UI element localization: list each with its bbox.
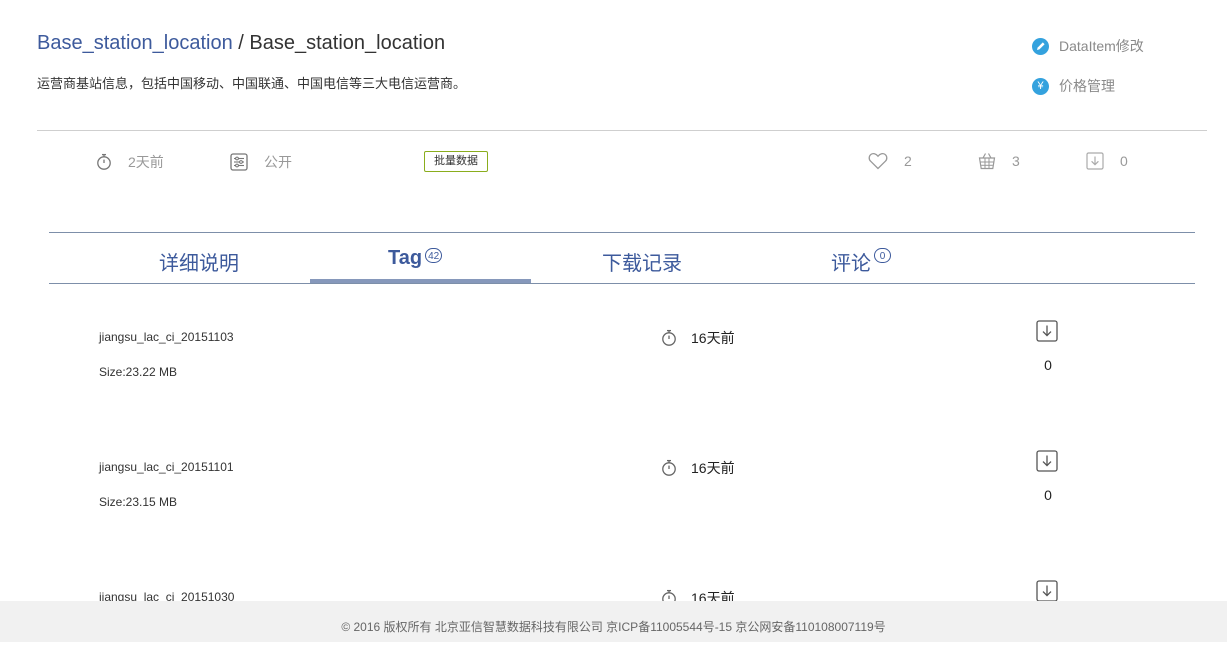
- basket-icon[interactable]: [978, 152, 996, 170]
- dataitem-edit-label: DataItem修改: [1059, 38, 1144, 54]
- list-item: jiangsu_lac_ci_20151103 Size:23.22 MB 16…: [0, 320, 1227, 410]
- tabs-bottom-border: [49, 283, 1195, 284]
- meta-likes[interactable]: 2: [868, 152, 912, 170]
- price-management-button[interactable]: ¥ 价格管理: [1032, 76, 1144, 96]
- meta-visibility-value: 公开: [264, 154, 292, 170]
- download-icon[interactable]: [1036, 580, 1058, 602]
- footer-copyright: © 2016 版权所有 北京亚信智慧数据科技有限公司 京ICP备11005544…: [341, 620, 886, 634]
- stopwatch-icon: [662, 329, 676, 346]
- list-item: jiangsu_lac_ci_20151101 Size:23.15 MB 16…: [0, 450, 1227, 540]
- page-header: Base_station_location / Base_station_loc…: [37, 32, 445, 55]
- header-divider: [37, 130, 1207, 131]
- pencil-icon: [1032, 37, 1049, 55]
- tag-name: jiangsu_lac_ci_20151101: [99, 460, 234, 474]
- tag-size: Size:23.22 MB: [99, 365, 178, 379]
- dataitem-description: 运营商基站信息，包括中国移动、中国联通、中国电信等三大电信运营商。: [37, 76, 467, 91]
- tag-size: Size:23.15 MB: [99, 495, 178, 509]
- tab-description[interactable]: 详细说明: [159, 247, 239, 275]
- meta-time-value: 2天前: [128, 154, 164, 170]
- page-title: Base_station_location / Base_station_loc…: [37, 32, 445, 55]
- tab-comments-count: 0: [874, 248, 891, 263]
- breadcrumb-link[interactable]: Base_station_location: [37, 32, 233, 54]
- tab-tag-label: Tag: [388, 247, 423, 269]
- type-badge: 批量数据: [424, 151, 488, 172]
- meta-time: 2天前: [96, 152, 164, 172]
- price-management-label: 价格管理: [1059, 78, 1115, 94]
- stopwatch-icon: [97, 153, 111, 170]
- meta-cart[interactable]: 3: [978, 152, 1020, 170]
- tag-time: 16天前: [661, 328, 735, 348]
- side-actions: DataItem修改 ¥ 价格管理: [1032, 36, 1144, 116]
- likes-count: 2: [904, 153, 912, 169]
- heart-icon[interactable]: [868, 152, 888, 170]
- dataitem-name: Base_station_location: [249, 32, 446, 54]
- breadcrumb-separator: /: [232, 32, 250, 54]
- cart-count: 3: [1012, 153, 1020, 169]
- dataitem-edit-button[interactable]: DataItem修改: [1032, 36, 1144, 56]
- tab-comments-label: 评论: [831, 253, 871, 275]
- tag-time-value: 16天前: [691, 460, 735, 476]
- tab-download-records-label: 下载记录: [602, 253, 682, 275]
- meta-visibility: 公开: [230, 152, 292, 172]
- tag-name: jiangsu_lac_ci_20151103: [99, 330, 234, 344]
- download-icon[interactable]: [1036, 450, 1058, 472]
- yen-icon: ¥: [1032, 77, 1049, 95]
- tag-download-count: 0: [1044, 357, 1052, 373]
- tag-time: 16天前: [661, 458, 735, 478]
- downloads-count: 0: [1120, 153, 1128, 169]
- stopwatch-icon: [662, 459, 676, 476]
- settings-list-icon: [230, 153, 248, 171]
- tabs-top-border: [49, 232, 1195, 233]
- page-footer: © 2016 版权所有 北京亚信智慧数据科技有限公司 京ICP备11005544…: [0, 601, 1227, 642]
- tab-description-label: 详细说明: [159, 253, 239, 275]
- download-icon[interactable]: [1036, 320, 1058, 342]
- tab-comments[interactable]: 评论 0: [831, 247, 891, 275]
- tab-download-records[interactable]: 下载记录: [602, 247, 682, 275]
- tag-download-count: 0: [1044, 487, 1052, 503]
- download-icon[interactable]: [1086, 152, 1104, 170]
- tab-tag-count: 42: [425, 248, 443, 263]
- tab-tag[interactable]: Tag 42: [388, 247, 443, 275]
- tag-time-value: 16天前: [691, 330, 735, 346]
- meta-downloads[interactable]: 0: [1086, 152, 1128, 170]
